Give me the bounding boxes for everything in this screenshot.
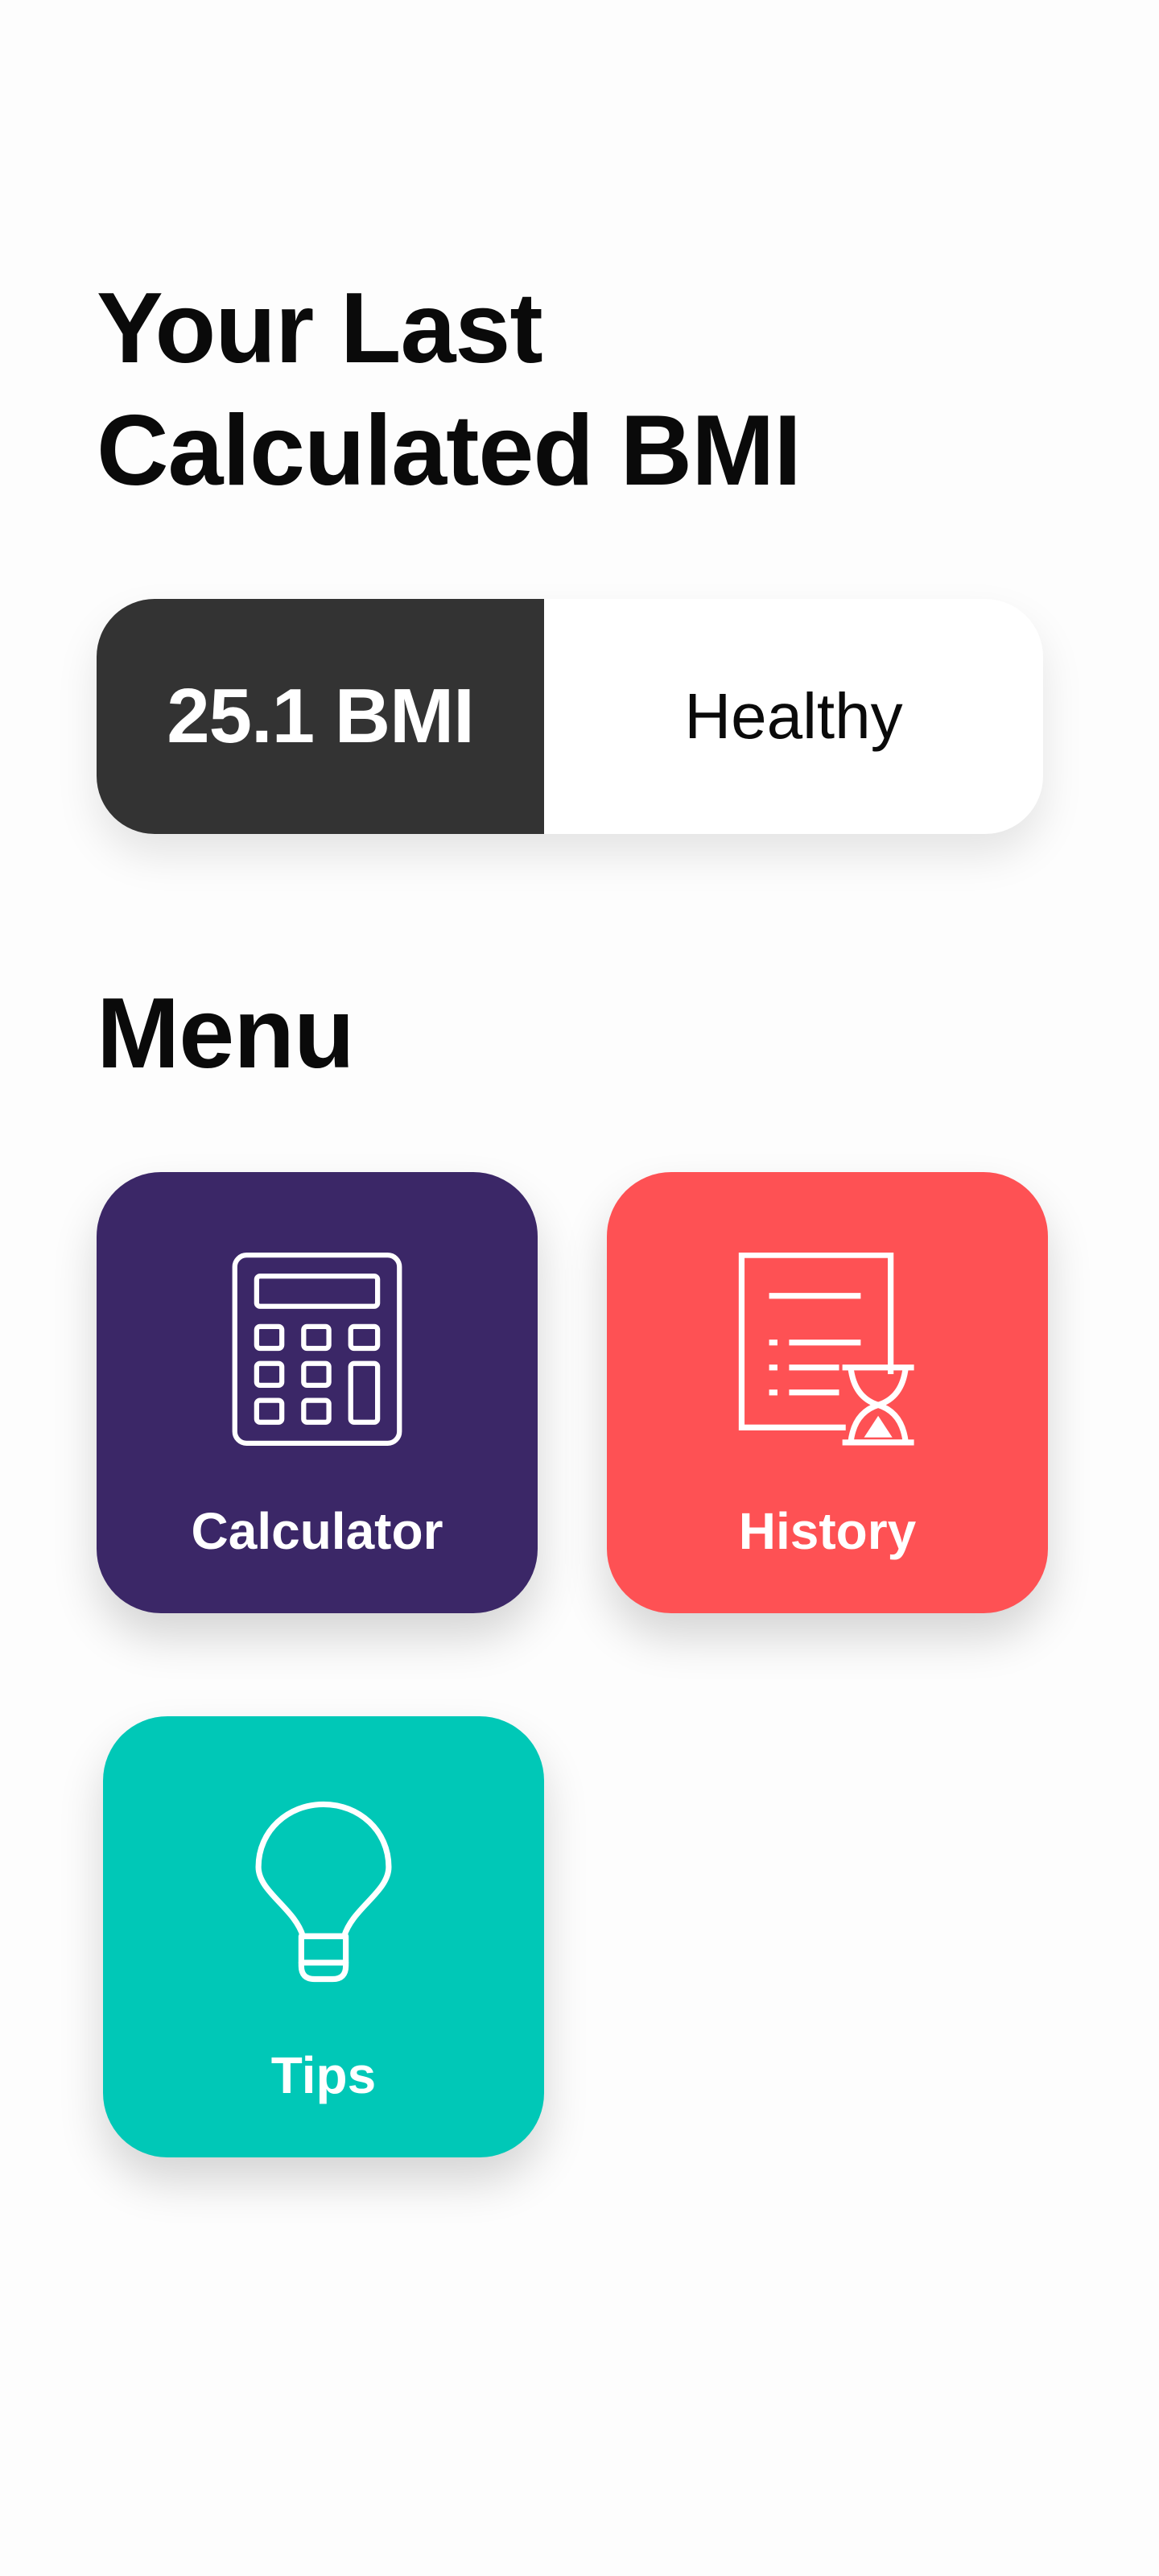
bmi-status-label: Healthy (684, 680, 903, 752)
history-icon (607, 1253, 1048, 1446)
page-title: Your Last Calculated BMI (97, 267, 982, 512)
calculator-menu-button[interactable]: Calculator (97, 1172, 538, 1613)
menu-heading: Menu (97, 978, 355, 1089)
bmi-value: 25.1 BMI (97, 599, 544, 834)
last-bmi-card: 25.1 BMI Healthy (97, 599, 1043, 834)
lightbulb-icon (103, 1797, 544, 1990)
calculator-icon (97, 1253, 538, 1446)
page-title-line-2: Calculated BMI (97, 395, 802, 506)
history-menu-button[interactable]: History (607, 1172, 1048, 1613)
tips-label: Tips (270, 2046, 377, 2104)
history-label: History (738, 1502, 917, 1560)
calculator-label: Calculator (191, 1502, 443, 1560)
page-title-line-1: Your Last (97, 273, 543, 384)
tips-menu-button[interactable]: Tips (103, 1716, 544, 2157)
